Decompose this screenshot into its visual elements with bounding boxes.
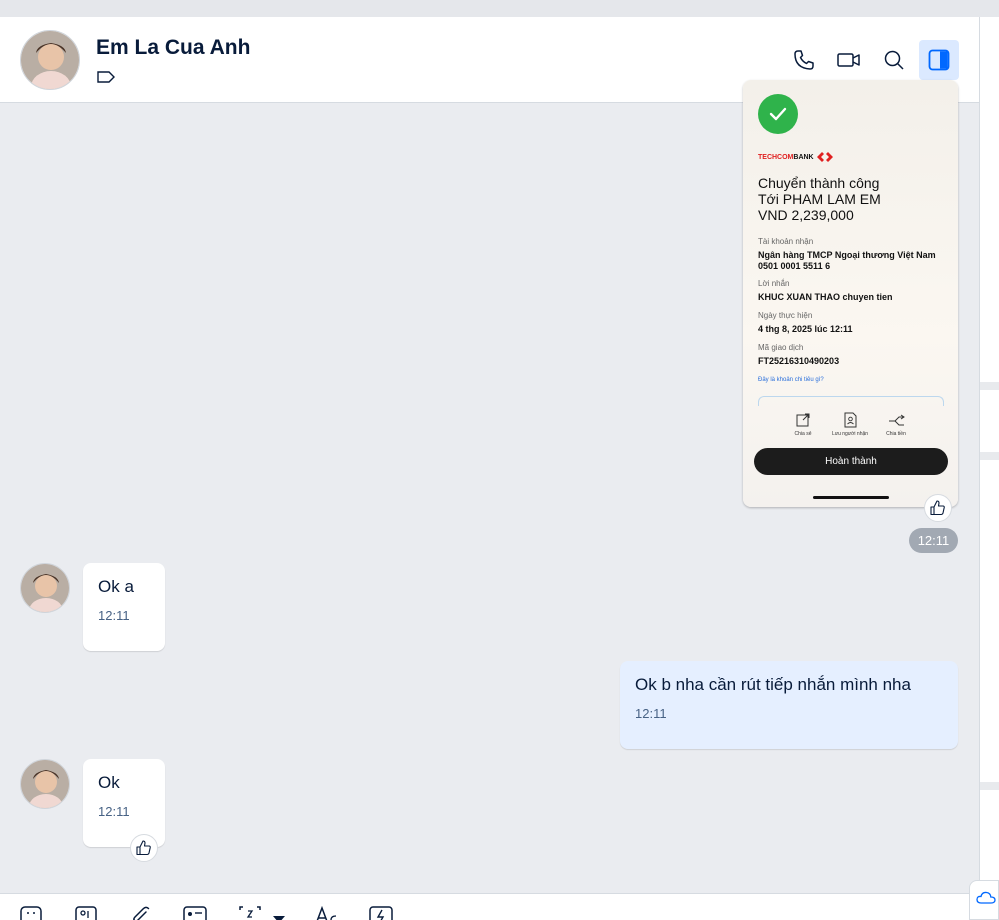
phone-icon	[794, 50, 814, 70]
receipt-action-save: Lưu người nhận	[825, 412, 875, 437]
screenshot-icon[interactable]	[238, 906, 262, 920]
receipt-label-account: Tài khoản nhận	[758, 237, 814, 246]
share-icon	[796, 413, 810, 427]
panel-divider	[980, 382, 999, 390]
receipt-label-txn: Mã giao dịch	[758, 343, 804, 352]
voice-call-button[interactable]	[784, 40, 824, 80]
video-call-button[interactable]	[829, 40, 869, 80]
message-time: 12:11	[98, 608, 130, 623]
techcombank-logo: TECHCOMBANK	[758, 152, 833, 162]
more-options-icon[interactable]	[424, 914, 446, 920]
contact-avatar[interactable]	[20, 30, 80, 90]
sticker-icon[interactable]	[20, 906, 42, 920]
message-bubble-outgoing[interactable]: Ok b nha cần rút tiếp nhắn mình nha 12:1…	[620, 661, 958, 749]
image-timestamp: 12:11	[909, 528, 958, 553]
contact-card-icon	[844, 412, 857, 428]
receipt-txn-id: FT25216310490203	[758, 356, 840, 366]
transfer-receipt-image[interactable]: TECHCOMBANK Chuyển thành công Tới PHAM L…	[743, 80, 958, 507]
receipt-home-indicator	[813, 496, 889, 499]
receipt-done-button: Hoàn thành	[754, 448, 948, 475]
search-messages-button[interactable]	[874, 40, 914, 80]
window-top-strip	[0, 0, 999, 17]
receipt-date: 4 thg 8, 2025 lúc 12:11	[758, 324, 853, 334]
cloud-sync-icon[interactable]	[969, 880, 999, 920]
message-text: Ok a	[98, 577, 134, 596]
composer-toolbar	[0, 893, 979, 920]
reaction-like-button[interactable]	[924, 494, 952, 522]
message-text: Ok b nha cần rút tiếp nhắn mình nha	[635, 675, 911, 694]
receipt-question-link: Đây là khoản chi tiêu gì?	[758, 377, 824, 383]
sender-avatar[interactable]	[20, 759, 70, 809]
receipt-title: Chuyển thành công Tới PHAM LAM EM VND 2,…	[758, 175, 881, 223]
video-camera-icon	[837, 53, 860, 67]
receipt-account-number: 0501 0001 5511 6	[758, 261, 831, 271]
attachment-icon[interactable]	[129, 906, 151, 920]
success-check-icon	[758, 94, 798, 134]
contact-name[interactable]: Em La Cua Anh	[96, 36, 250, 60]
label-tag-icon[interactable]	[96, 70, 116, 89]
receipt-label-date: Ngày thực hiện	[758, 311, 813, 320]
contact-card-icon[interactable]	[183, 906, 207, 920]
image-icon[interactable]	[75, 906, 97, 920]
sender-avatar[interactable]	[20, 563, 70, 613]
message-time: 12:11	[98, 804, 130, 819]
chevron-down-icon[interactable]	[273, 911, 285, 920]
receipt-action-share: Chia sẻ	[778, 412, 828, 437]
message-bubble-incoming[interactable]: Ok a 12:11	[83, 563, 165, 651]
quick-message-icon[interactable]	[369, 906, 393, 920]
receipt-label-message: Lời nhắn	[758, 279, 790, 288]
receipt-bank-name: Ngân hàng TMCP Ngoại thương Việt Nam	[758, 250, 936, 260]
reaction-like-button[interactable]	[130, 834, 158, 862]
thumbs-up-icon	[930, 500, 945, 516]
search-icon	[884, 50, 904, 70]
receipt-message: KHUC XUAN THAO chuyen tien	[758, 292, 893, 302]
panel-divider	[980, 782, 999, 790]
receipt-card-outline	[758, 396, 944, 406]
message-text: Ok	[98, 773, 120, 792]
thumbs-up-icon	[136, 840, 151, 856]
split-icon	[889, 414, 905, 426]
conversation-info-panel	[979, 17, 999, 920]
message-bubble-incoming[interactable]: Ok 12:11	[83, 759, 165, 847]
receipt-action-split: Chia tiền	[871, 412, 921, 437]
panel-divider	[980, 452, 999, 460]
sidebar-panel-icon	[928, 49, 950, 71]
text-format-icon[interactable]	[314, 905, 340, 920]
message-time: 12:11	[635, 706, 667, 721]
conversation-info-toggle[interactable]	[919, 40, 959, 80]
